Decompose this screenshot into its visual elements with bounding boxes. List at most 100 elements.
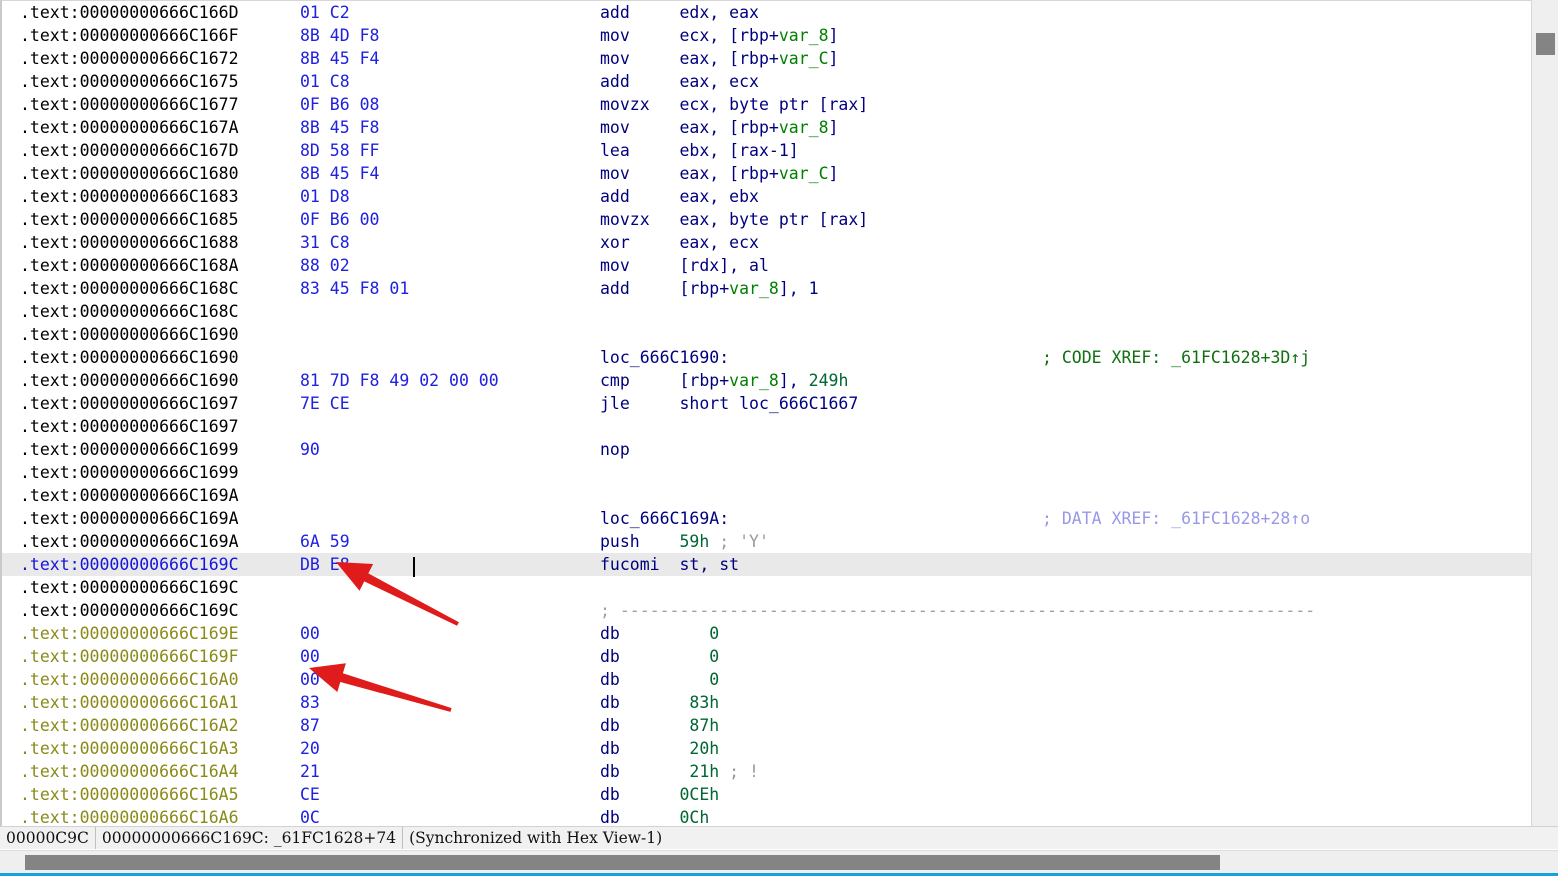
immediate-value: 83h [679,693,720,712]
row-instruction: lea ebx, [rax-1] [600,141,799,160]
listing-row[interactable]: .text:00000000666C1699 90 nop [2,438,1531,461]
immediate-value: 59h [679,532,710,551]
listing-row[interactable]: .text:00000000666C166F 8B 4D F8 mov ecx, [… [2,24,1531,47]
row-address: .text:00000000666C1683 [20,187,239,206]
row-address: .text:00000000666C169A [20,532,239,551]
listing-row[interactable]: .text:00000000666C1680 8B 45 F4 mov eax, [… [2,162,1531,185]
immediate-value: 20h [679,739,720,758]
row-instruction: mov ecx, [rbp+var_8] [600,26,839,45]
immediate-value: 0 [679,647,720,666]
row-address: .text:00000000666C167D [20,141,239,160]
listing-row[interactable]: .text:00000000666C16A1 83 db 83h [2,691,1531,714]
row-bytes: CE [300,785,320,804]
listing-row[interactable]: .text:00000000666C1690 81 7D F8 49 02 00 … [2,369,1531,392]
listing-row[interactable]: .text:00000000666C1685 0F B6 00 movzx eax,… [2,208,1531,231]
horizontal-scrollbar[interactable] [0,850,1558,873]
row-address: .text:00000000666C169E [20,624,239,643]
row-instruction: db 20h [600,739,720,758]
listing-row[interactable]: .text:00000000666C1672 8B 45 F4 mov eax, [… [2,47,1531,70]
listing-row[interactable]: .text:00000000666C1697 [2,415,1531,438]
row-address: .text:00000000666C1697 [20,394,239,413]
row-bytes: 0F B6 08 [300,95,380,114]
row-instruction: db 0 [600,647,720,666]
listing-row[interactable]: .text:00000000666C169C [2,576,1531,599]
code-xref-comment[interactable]: ; CODE XREF: _61FC1628+3D↑j [1042,346,1310,369]
listing-row[interactable]: .text:00000000666C16A3 20 db 20h [2,737,1531,760]
row-instruction: db 87h [600,716,720,735]
row-separator: ; --------------------------------------… [600,601,1316,620]
immediate-value: 0 [679,624,720,643]
vertical-scrollbar-thumb[interactable] [1536,33,1555,55]
local-variable: var_C [778,164,829,183]
row-instruction: movzx eax, byte ptr [rax] [600,210,869,229]
local-variable: var_8 [778,118,829,137]
row-instruction: db 0CEh [600,785,720,804]
row-address: .text:00000000666C1675 [20,72,239,91]
row-bytes: 6A 59 [300,532,350,551]
row-bytes: 31 C8 [300,233,350,252]
horizontal-scrollbar-thumb[interactable] [25,855,1220,870]
row-address: .text:00000000666C168C [20,279,239,298]
listing-row[interactable]: .text:00000000666C169E 00 db 0 [2,622,1531,645]
listing-row[interactable]: .text:00000000666C167D 8D 58 FF lea ebx, [… [2,139,1531,162]
row-address: .text:00000000666C1672 [20,49,239,68]
listing-row[interactable]: .text:00000000666C1688 31 C8 xor eax, ecx [2,231,1531,254]
row-address: .text:00000000666C166F [20,26,239,45]
row-instruction: db 83h [600,693,720,712]
row-address: .text:00000000666C1699 [20,463,239,482]
row-instruction: fucomi st, st [600,555,740,574]
row-bytes: 7E CE [300,394,350,413]
listing-row[interactable]: .text:00000000666C1699 [2,461,1531,484]
listing-row[interactable]: .text:00000000666C168A 88 02 mov [rdx], al [2,254,1531,277]
row-instruction: add eax, ecx [600,72,759,91]
listing-row[interactable]: .text:00000000666C1675 01 C8 add eax, ecx [2,70,1531,93]
row-bytes: 0F B6 00 [300,210,380,229]
row-instruction: push 59h ; 'Y' [600,532,769,551]
listing-row[interactable]: .text:00000000666C169F 00 db 0 [2,645,1531,668]
row-instruction: mov [rdx], al [600,256,769,275]
row-instruction: movzx ecx, byte ptr [rax] [600,95,869,114]
listing-row[interactable]: .text:00000000666C1697 7E CE jle short loc… [2,392,1531,415]
row-instruction: mov eax, [rbp+var_C] [600,164,839,183]
listing-row[interactable]: .text:00000000666C169A 6A 59 push 59h ; 'Y… [2,530,1531,553]
listing-row-selected[interactable]: .text:00000000666C169C DB E8 fucomi st, st [2,553,1531,576]
row-bytes: DB E8 [300,555,350,574]
listing-row[interactable]: .text:00000000666C168C 83 45 F8 01 add [rb… [2,277,1531,300]
row-instruction: db 21h ; ! [600,762,759,781]
row-bytes: 81 7D F8 49 02 00 00 [300,371,499,390]
row-address: .text:00000000666C167A [20,118,239,137]
listing-row[interactable]: .text:00000000666C16A2 87 db 87h [2,714,1531,737]
listing-row[interactable]: .text:00000000666C167A 8B 45 F8 mov eax, [… [2,116,1531,139]
row-address: .text:00000000666C1677 [20,95,239,114]
row-address: .text:00000000666C16A3 [20,739,239,758]
row-address: .text:00000000666C1685 [20,210,239,229]
data-xref-comment[interactable]: ; DATA XREF: _61FC1628+28↑o [1042,507,1310,530]
listing-row[interactable]: .text:00000000666C1683 01 D8 add eax, ebx [2,185,1531,208]
row-bytes: 83 45 F8 01 [300,279,410,298]
listing-row[interactable]: .text:00000000666C169A loc_666C169A: ; DAT… [2,507,1531,530]
listing-row[interactable]: .text:00000000666C16A0 00 db 0 [2,668,1531,691]
listing-row[interactable]: .text:00000000666C169C ; ----------------… [2,599,1531,622]
listing-row[interactable]: .text:00000000666C168C [2,300,1531,323]
listing-row[interactable]: .text:00000000666C1690 [2,323,1531,346]
row-bytes: 8D 58 FF [300,141,380,160]
vertical-scrollbar[interactable] [1531,0,1558,826]
listing-row[interactable]: .text:00000000666C16A6 0C db 0Ch [2,806,1531,826]
listing-row[interactable]: .text:00000000666C1677 0F B6 08 movzx ecx,… [2,93,1531,116]
listing-row[interactable]: .text:00000000666C166D 01 C2 add edx, eax [2,1,1531,24]
local-variable: var_C [778,49,829,68]
listing-row[interactable]: .text:00000000666C16A5 CE db 0CEh [2,783,1531,806]
listing-row[interactable]: .text:00000000666C1690 loc_666C1690: ; COD… [2,346,1531,369]
row-address: .text:00000000666C169C [20,601,239,620]
row-bytes: 0C [300,808,320,826]
row-address: .text:00000000666C169C [20,578,239,597]
immediate-value: 0Ch [679,808,710,826]
listing-row[interactable]: .text:00000000666C169A [2,484,1531,507]
row-bytes: 8B 45 F8 [300,118,380,137]
row-instruction: add eax, ebx [600,187,759,206]
disassembly-listing[interactable]: .text:00000000666C166D 01 C2 add edx, eax.… [0,0,1531,826]
immediate-value: 0 [679,670,720,689]
row-address: .text:00000000666C168A [20,256,239,275]
listing-row[interactable]: .text:00000000666C16A4 21 db 21h ; ! [2,760,1531,783]
row-bytes: 21 [300,762,320,781]
